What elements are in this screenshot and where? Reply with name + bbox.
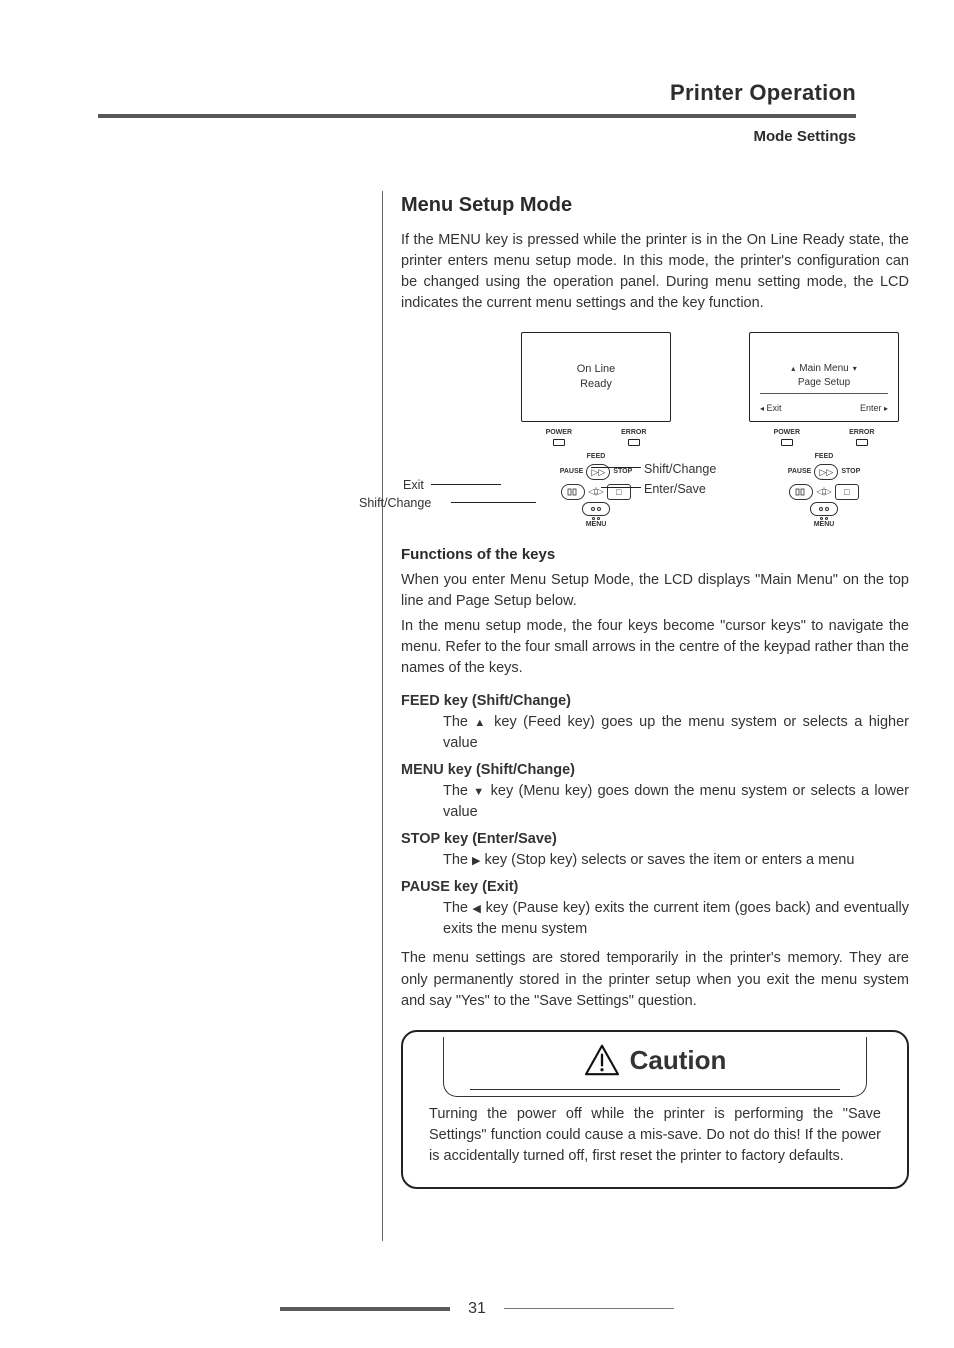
menu-button-icon: [582, 502, 610, 516]
up-arrow-icon: ▴: [791, 364, 795, 375]
power-label-2: POWER: [774, 428, 800, 438]
lcd1-line2: Ready: [580, 377, 612, 392]
left-arrow-icon: ◂: [760, 404, 764, 413]
error-indicator-icon: [628, 439, 640, 446]
diagram-online-ready: On Line Ready POWER ERROR FEE: [401, 332, 711, 530]
power-indicator-icon: [553, 439, 565, 446]
menu-label: MENU: [586, 520, 607, 530]
power-label: POWER: [546, 428, 572, 438]
lcd2-enter: Enter: [860, 403, 882, 413]
subsection-title: Mode Settings: [98, 128, 856, 145]
pause-label: PAUSE: [560, 467, 584, 477]
lcd-panel-1: On Line Ready: [521, 332, 671, 422]
feed-key-title: FEED key (Shift/Change): [401, 691, 909, 712]
error-indicator-icon-2: [856, 439, 868, 446]
down-arrow-icon: ▾: [853, 364, 857, 375]
pause-key-title: PAUSE key (Exit): [401, 877, 909, 898]
heading-menu-setup-mode: Menu Setup Mode: [401, 191, 909, 220]
caution-warning-icon: [584, 1044, 620, 1076]
menu-label-2: MENU: [814, 520, 835, 530]
pause-button-icon-2: [789, 484, 813, 500]
up-triangle-icon: [474, 714, 487, 730]
intro-paragraph: If the MENU key is pressed while the pri…: [401, 230, 909, 314]
page-number-area: 31: [0, 1300, 954, 1318]
functions-para-1: When you enter Menu Setup Mode, the LCD …: [401, 570, 909, 612]
stop-key-title: STOP key (Enter/Save): [401, 829, 909, 850]
lcd2-exit: Exit: [767, 403, 782, 413]
page-num-rule-right: [504, 1308, 674, 1309]
vertical-margin-rule: [98, 191, 383, 1241]
feed-label-2: FEED: [815, 452, 834, 462]
stop-button-icon-2: □: [835, 484, 859, 500]
keypad-2: FEED PAUSE ▷▷ STOP ◁▵▿▷: [749, 452, 899, 530]
callout-enter-save: Enter/Save: [644, 480, 706, 498]
diagram-main-menu: ▴ Main Menu ▾ Page Setup ◂ Exit Enter ▸: [739, 332, 909, 530]
feed-button-icon-2: ▷▷: [814, 464, 838, 480]
nav-arrows-icon: ◁▵▿▷: [588, 486, 603, 498]
left-triangle-icon: [472, 900, 481, 916]
stop-key-desc: The key (Stop key) selects or saves the …: [443, 850, 909, 871]
diagrams-row: On Line Ready POWER ERROR FEE: [401, 332, 909, 530]
callout-shift-change-bottom: Shift/Change: [359, 494, 431, 512]
stop-label: STOP: [613, 467, 632, 477]
lcd-panel-2: ▴ Main Menu ▾ Page Setup ◂ Exit Enter ▸: [749, 332, 899, 422]
caution-box: Caution Turning the power off while the …: [401, 1030, 909, 1190]
callout-shift-change-top: Shift/Change: [644, 460, 716, 478]
lcd2-line1: Main Menu: [799, 362, 848, 376]
page-num-rule-left: [280, 1307, 450, 1311]
nav-arrows-icon-2: ◁▵▿▷: [816, 486, 831, 498]
power-indicator-icon-2: [781, 439, 793, 446]
main-content: Menu Setup Mode If the MENU key is press…: [401, 191, 909, 1241]
lcd2-line2-text: Page Setup: [798, 376, 850, 390]
pause-button-icon: [561, 484, 585, 500]
stop-label-2: STOP: [841, 467, 860, 477]
menu-button-icon-2: [810, 502, 838, 516]
callout-exit: Exit: [403, 476, 424, 494]
menu-key-desc: The key (Menu key) goes down the menu sy…: [443, 781, 909, 823]
caution-text: Turning the power off while the printer …: [429, 1104, 881, 1167]
error-label-2: ERROR: [849, 428, 874, 438]
error-label: ERROR: [621, 428, 646, 438]
right-arrow-icon: ▸: [884, 404, 888, 413]
page-number: 31: [468, 1300, 486, 1317]
heading-functions-of-keys: Functions of the keys: [401, 544, 909, 566]
feed-key-desc: The key (Feed key) goes up the menu syst…: [443, 712, 909, 754]
pause-key-desc: The key (Pause key) exits the current it…: [443, 898, 909, 940]
functions-para-2: In the menu setup mode, the four keys be…: [401, 616, 909, 679]
feed-label: FEED: [587, 452, 606, 462]
section-title: Printer Operation: [98, 80, 856, 106]
storage-paragraph: The menu settings are stored temporarily…: [401, 948, 909, 1011]
lcd1-line1: On Line: [577, 362, 616, 377]
down-triangle-icon: [473, 783, 485, 799]
menu-key-title: MENU key (Shift/Change): [401, 760, 909, 781]
header-rule: [98, 114, 856, 118]
pause-label-2: PAUSE: [788, 467, 812, 477]
